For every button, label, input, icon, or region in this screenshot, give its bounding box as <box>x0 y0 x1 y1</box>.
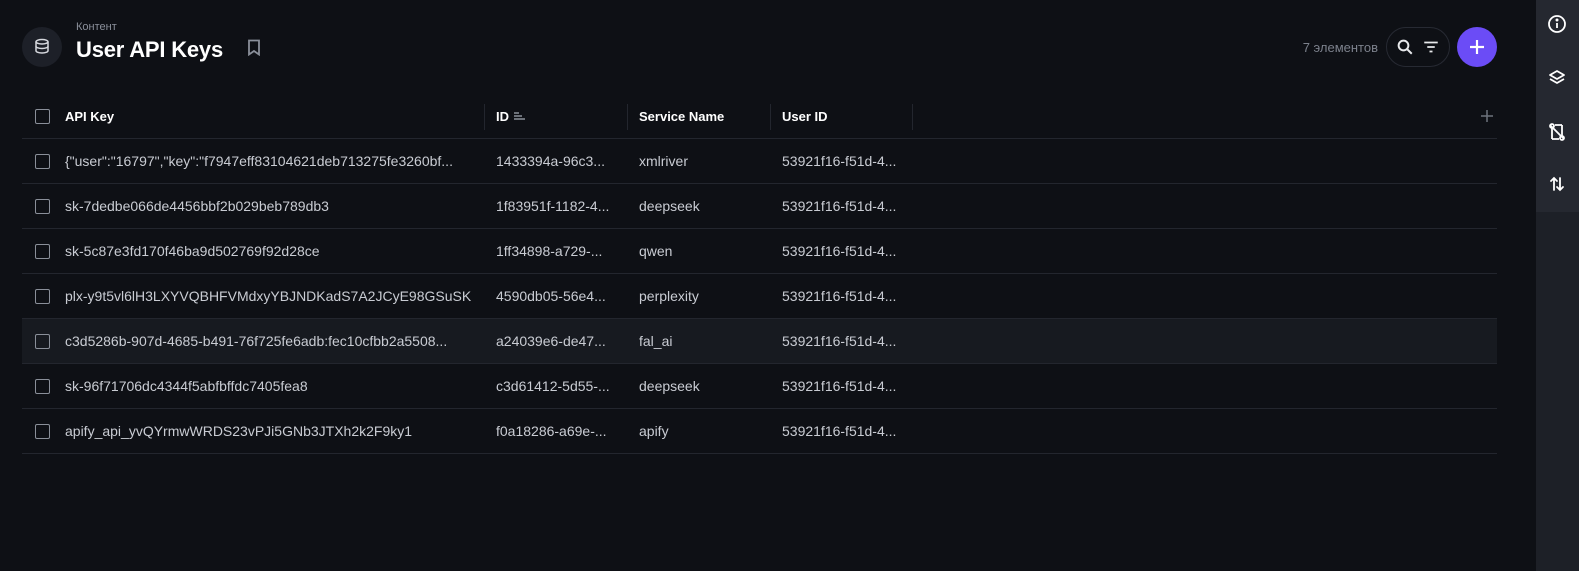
table-row[interactable]: sk-5c87e3fd170f46ba9d502769f92d28ce 1ff3… <box>22 229 1497 274</box>
cell-api-key: apify_api_yvQYrmwWRDS23vPJi5GNb3JTXh2k2F… <box>65 423 413 439</box>
cell-service-name: qwen <box>639 243 673 259</box>
cell-api-key: sk-96f71706dc4344f5abfbffdc7405fea8 <box>65 378 308 394</box>
cell-service-name: xmlriver <box>639 153 688 169</box>
right-sidebar <box>1536 0 1579 571</box>
table-row[interactable]: sk-96f71706dc4344f5abfbffdc7405fea8 c3d6… <box>22 364 1497 409</box>
column-header-user-id[interactable]: User ID <box>782 94 907 138</box>
column-header-api-key[interactable]: API Key <box>65 94 475 138</box>
data-table: API Key ID Service Name User ID {"user":… <box>22 94 1497 454</box>
add-item-button[interactable] <box>1457 27 1497 67</box>
column-divider[interactable] <box>770 104 771 130</box>
table-row[interactable]: {"user":"16797","key":"f7947eff83104621d… <box>22 139 1497 184</box>
cell-id: f0a18286-a69e-... <box>496 423 607 439</box>
plus-icon <box>1470 40 1484 54</box>
column-header-id[interactable]: ID <box>496 94 616 138</box>
title-block: Контент User API Keys <box>76 20 223 64</box>
add-column-icon[interactable] <box>1479 108 1495 124</box>
cell-user-id: 53921f16-f51d-4... <box>782 153 897 169</box>
cell-user-id: 53921f16-f51d-4... <box>782 198 897 214</box>
cell-user-id: 53921f16-f51d-4... <box>782 333 897 349</box>
git-compare-icon[interactable] <box>1547 122 1567 142</box>
header-actions: 7 элементов <box>1303 27 1497 67</box>
cell-api-key: {"user":"16797","key":"f7947eff83104621d… <box>65 153 453 169</box>
page-header: Контент User API Keys 7 элементов <box>22 18 1497 78</box>
column-divider[interactable] <box>627 104 628 130</box>
sidebar-tools <box>1536 0 1579 212</box>
table-row[interactable]: plx-y9t5vl6lH3LXYVQBHFVMdxyYBJNDKadS7A2J… <box>22 274 1497 319</box>
cell-user-id: 53921f16-f51d-4... <box>782 243 897 259</box>
cell-api-key: plx-y9t5vl6lH3LXYVQBHFVMdxyYBJNDKadS7A2J… <box>65 288 472 304</box>
cell-id: 1f83951f-1182-4... <box>496 198 610 214</box>
column-header-service-name[interactable]: Service Name <box>639 94 759 138</box>
cell-id: 4590db05-56e4... <box>496 288 606 304</box>
cell-service-name: perplexity <box>639 288 699 304</box>
cell-user-id: 53921f16-f51d-4... <box>782 423 897 439</box>
database-icon[interactable] <box>22 27 62 67</box>
column-divider[interactable] <box>912 104 913 130</box>
column-divider[interactable] <box>484 104 485 130</box>
row-checkbox[interactable] <box>35 139 51 183</box>
layers-icon[interactable] <box>1547 68 1567 88</box>
cell-id: 1433394a-96c3... <box>496 153 605 169</box>
cell-service-name: deepseek <box>639 198 700 214</box>
page-title: User API Keys <box>76 37 223 62</box>
sort-icon[interactable] <box>513 111 526 121</box>
cell-service-name: apify <box>639 423 669 439</box>
filter-icon[interactable] <box>1422 38 1440 56</box>
cell-service-name: fal_ai <box>639 333 673 349</box>
cell-user-id: 53921f16-f51d-4... <box>782 378 897 394</box>
row-checkbox[interactable] <box>35 274 51 318</box>
search-filter-group <box>1386 27 1450 67</box>
select-all-checkbox[interactable] <box>35 94 51 138</box>
table-row[interactable]: apify_api_yvQYrmwWRDS23vPJi5GNb3JTXh2k2F… <box>22 409 1497 454</box>
row-checkbox[interactable] <box>35 319 51 363</box>
arrows-up-down-icon[interactable] <box>1547 174 1567 194</box>
table-row[interactable]: sk-7dedbe066de4456bbf2b029beb789db3 1f83… <box>22 184 1497 229</box>
info-icon[interactable] <box>1547 14 1567 34</box>
row-checkbox[interactable] <box>35 409 51 453</box>
cell-api-key: sk-7dedbe066de4456bbf2b029beb789db3 <box>65 198 329 214</box>
row-checkbox[interactable] <box>35 229 51 273</box>
column-header-id-label: ID <box>496 108 509 124</box>
search-icon[interactable] <box>1396 38 1414 56</box>
cell-id: a24039e6-de47... <box>496 333 606 349</box>
breadcrumb[interactable]: Контент <box>76 20 223 34</box>
row-checkbox[interactable] <box>35 364 51 408</box>
table-row[interactable]: c3d5286b-907d-4685-b491-76f725fe6adb:fec… <box>22 319 1497 364</box>
cell-service-name: deepseek <box>639 378 700 394</box>
cell-api-key: c3d5286b-907d-4685-b491-76f725fe6adb:fec… <box>65 333 448 349</box>
cell-id: c3d61412-5d55-... <box>496 378 610 394</box>
table-header: API Key ID Service Name User ID <box>22 94 1497 139</box>
cell-id: 1ff34898-a729-... <box>496 243 603 259</box>
bookmark-icon[interactable] <box>246 38 262 56</box>
item-count: 7 элементов <box>1302 39 1378 55</box>
cell-api-key: sk-5c87e3fd170f46ba9d502769f92d28ce <box>65 243 320 259</box>
row-checkbox[interactable] <box>35 184 51 228</box>
app-window: Контент User API Keys 7 элементов API Ke… <box>0 0 1579 571</box>
cell-user-id: 53921f16-f51d-4... <box>782 288 897 304</box>
